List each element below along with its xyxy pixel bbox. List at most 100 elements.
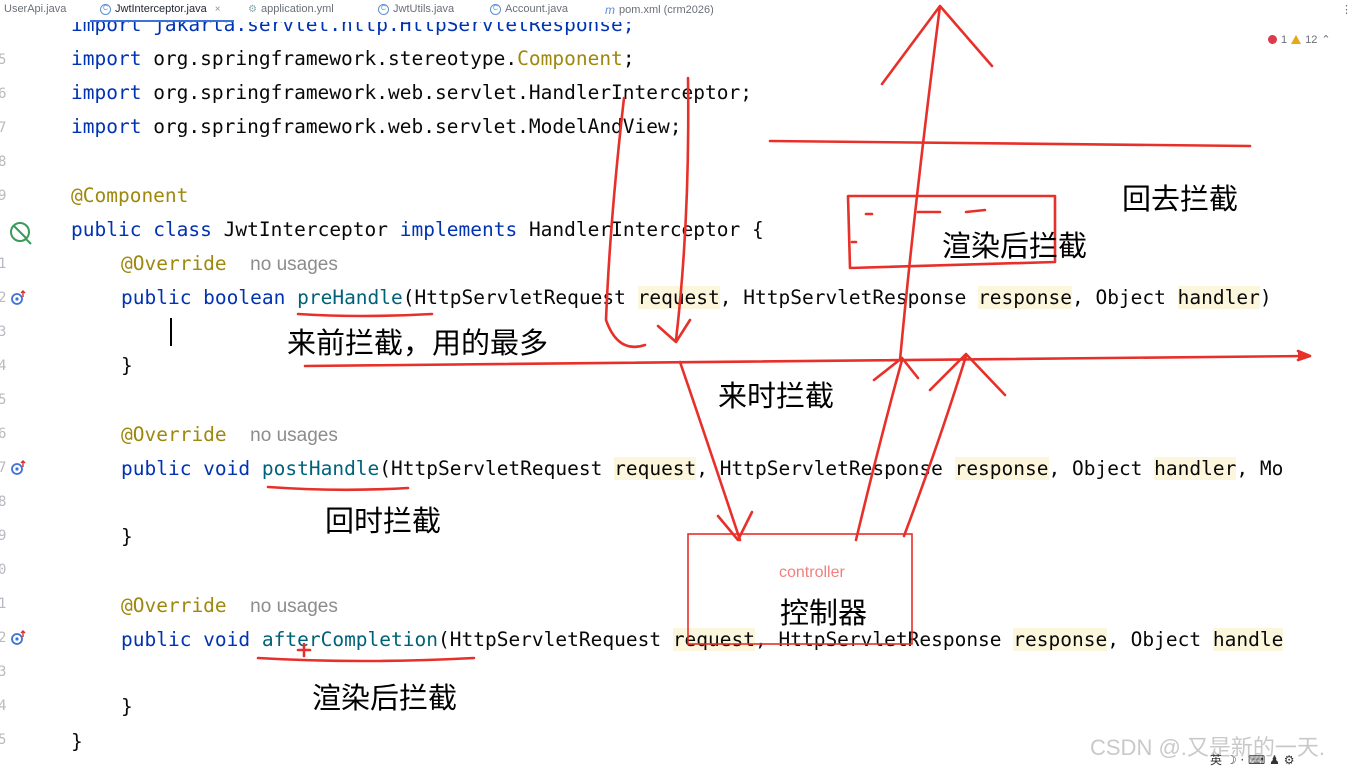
- code-line-override[interactable]: @Override no usages: [121, 593, 338, 619]
- line-number: 2: [0, 630, 7, 646]
- line-number: 4: [0, 698, 7, 714]
- warning-count: 12: [1305, 33, 1318, 46]
- keyword: public void: [121, 457, 262, 480]
- annotation: @Component: [71, 184, 189, 207]
- tab-userapi[interactable]: UserApi.java: [4, 3, 66, 15]
- chevron-up-icon[interactable]: ⌃: [1321, 33, 1330, 46]
- underline-prehandle: [296, 312, 434, 318]
- code-text: HandlerInterceptor {: [528, 218, 764, 241]
- top-horizontal-line: [768, 139, 1252, 148]
- class-name: JwtInterceptor: [223, 218, 389, 241]
- usage-hint[interactable]: no usages: [250, 254, 338, 275]
- prehandle-note: 来前拦截，用的最多: [287, 326, 549, 360]
- line-number: 9: [0, 188, 7, 204]
- underline-aftercompletion: [256, 656, 476, 663]
- code-line-component-annotation[interactable]: @Component: [71, 183, 188, 209]
- render-after-note: 渲染后拦截: [942, 229, 1088, 263]
- code-text: }: [71, 730, 83, 753]
- active-tab-indicator: [90, 20, 234, 22]
- method-name: preHandle: [297, 286, 403, 309]
- more-tabs-icon[interactable]: ⋮: [1341, 3, 1352, 16]
- yaml-file-icon: ⚙: [248, 3, 257, 15]
- tab-label: JwtInterceptor.java: [115, 3, 207, 15]
- java-class-icon: C: [378, 3, 389, 15]
- keyword: class: [153, 218, 212, 241]
- code-line-aftercompletion-signature[interactable]: public void afterCompletion(HttpServletR…: [121, 627, 1284, 653]
- line-number: 5: [0, 52, 7, 68]
- parameter: request: [614, 457, 697, 480]
- keyword: public void: [121, 628, 262, 651]
- tab-label: JwtUtils.java: [393, 3, 455, 15]
- line-number: 6: [0, 86, 7, 102]
- code-text: org.springframework.web.servlet.ModelAnd…: [141, 115, 682, 138]
- code-text: }: [121, 695, 133, 718]
- code-line-close-brace[interactable]: }: [121, 353, 133, 379]
- no-entry-icon[interactable]: [8, 220, 34, 246]
- code-line-close-brace[interactable]: }: [121, 524, 133, 550]
- method-name: afterCompletion: [261, 628, 438, 651]
- tab-account[interactable]: C Account.java: [490, 3, 568, 15]
- posthandle-note: 回时拦截: [325, 504, 442, 538]
- override-method-icon[interactable]: [10, 630, 26, 646]
- inspection-status[interactable]: 1 12 ⌃: [1268, 33, 1331, 46]
- maven-file-icon: m: [605, 3, 615, 17]
- line-number: 8: [0, 154, 7, 170]
- aftercompletion-note: 渲染后拦截: [312, 681, 458, 715]
- parameter: handler: [1177, 286, 1260, 309]
- code-text: org.springframework.web.servlet.HandlerI…: [141, 81, 752, 104]
- tab-application-yml[interactable]: ⚙ application.yml: [248, 3, 334, 15]
- parameter: request: [672, 628, 755, 651]
- code-line-override[interactable]: @Override no usages: [121, 251, 338, 277]
- tab-pom[interactable]: m pom.xml (crm2026): [605, 3, 714, 17]
- horizontal-arrow-head: [1296, 349, 1312, 362]
- code-line-close-brace[interactable]: }: [121, 694, 133, 720]
- keyword: public: [71, 218, 142, 241]
- underline-posthandle: [266, 485, 410, 492]
- line-number: 3: [0, 324, 7, 340]
- close-icon[interactable]: ×: [215, 4, 221, 15]
- error-count: 1: [1281, 33, 1288, 46]
- return-intercept-note: 回去拦截: [1122, 182, 1239, 216]
- controller-label: controller: [779, 564, 845, 581]
- arrive-intercept-note: 来时拦截: [718, 379, 835, 413]
- class-ref: Component: [517, 47, 623, 70]
- code-text: , Object: [1071, 286, 1178, 309]
- code-line-class-close[interactable]: }: [71, 729, 83, 755]
- parameter: handle: [1212, 628, 1284, 651]
- java-class-icon: C: [100, 3, 111, 15]
- code-text: ;: [622, 47, 635, 70]
- keyword: import: [71, 81, 142, 104]
- code-text: , Object: [1048, 457, 1155, 480]
- controller-cn-label: 控制器: [780, 596, 868, 630]
- line-number: 3: [0, 664, 7, 680]
- line-number: 6: [0, 426, 7, 442]
- tab-jwtutils[interactable]: C JwtUtils.java: [378, 3, 454, 15]
- keyword: implements: [399, 218, 518, 241]
- code-line-import-modelandview[interactable]: import org.springframework.web.servlet.M…: [71, 114, 682, 140]
- usage-hint[interactable]: no usages: [250, 596, 338, 617]
- method-name: postHandle: [261, 457, 380, 480]
- line-number: 1: [0, 256, 7, 272]
- override-method-icon[interactable]: [10, 290, 26, 306]
- annotation: @Override: [121, 423, 227, 446]
- code-line-import-component[interactable]: import org.springframework.stereotype.Co…: [71, 46, 635, 72]
- code-line-override[interactable]: @Override no usages: [121, 422, 338, 448]
- up-arrow-right: [902, 352, 1007, 538]
- code-line-import-handlerinterceptor[interactable]: import org.springframework.web.servlet.H…: [71, 80, 752, 106]
- parameter: handler: [1154, 457, 1237, 480]
- editor-tab-bar: UserApi.java C JwtInterceptor.java × ⚙ a…: [0, 0, 1371, 22]
- code-text: (HttpServletRequest: [379, 457, 615, 480]
- tab-label: pom.xml (crm2026): [619, 4, 714, 16]
- code-line-class-declaration[interactable]: public class JwtInterceptor implements H…: [71, 217, 764, 243]
- usage-hint[interactable]: no usages: [250, 425, 338, 446]
- line-number: 1: [0, 596, 7, 612]
- annotation: @Override: [121, 252, 227, 275]
- line-number: 9: [0, 528, 7, 544]
- line-number: 7: [0, 120, 7, 136]
- override-method-icon[interactable]: [10, 460, 26, 476]
- code-text: (HttpServletRequest: [438, 628, 673, 651]
- tab-jwtinterceptor[interactable]: C JwtInterceptor.java ×: [100, 3, 221, 15]
- code-line-posthandle-signature[interactable]: public void postHandle(HttpServletReques…: [121, 456, 1283, 482]
- code-line-prehandle-signature[interactable]: public boolean preHandle(HttpServletRequ…: [121, 285, 1272, 311]
- code-text: org.springframework.stereotype.: [141, 47, 518, 70]
